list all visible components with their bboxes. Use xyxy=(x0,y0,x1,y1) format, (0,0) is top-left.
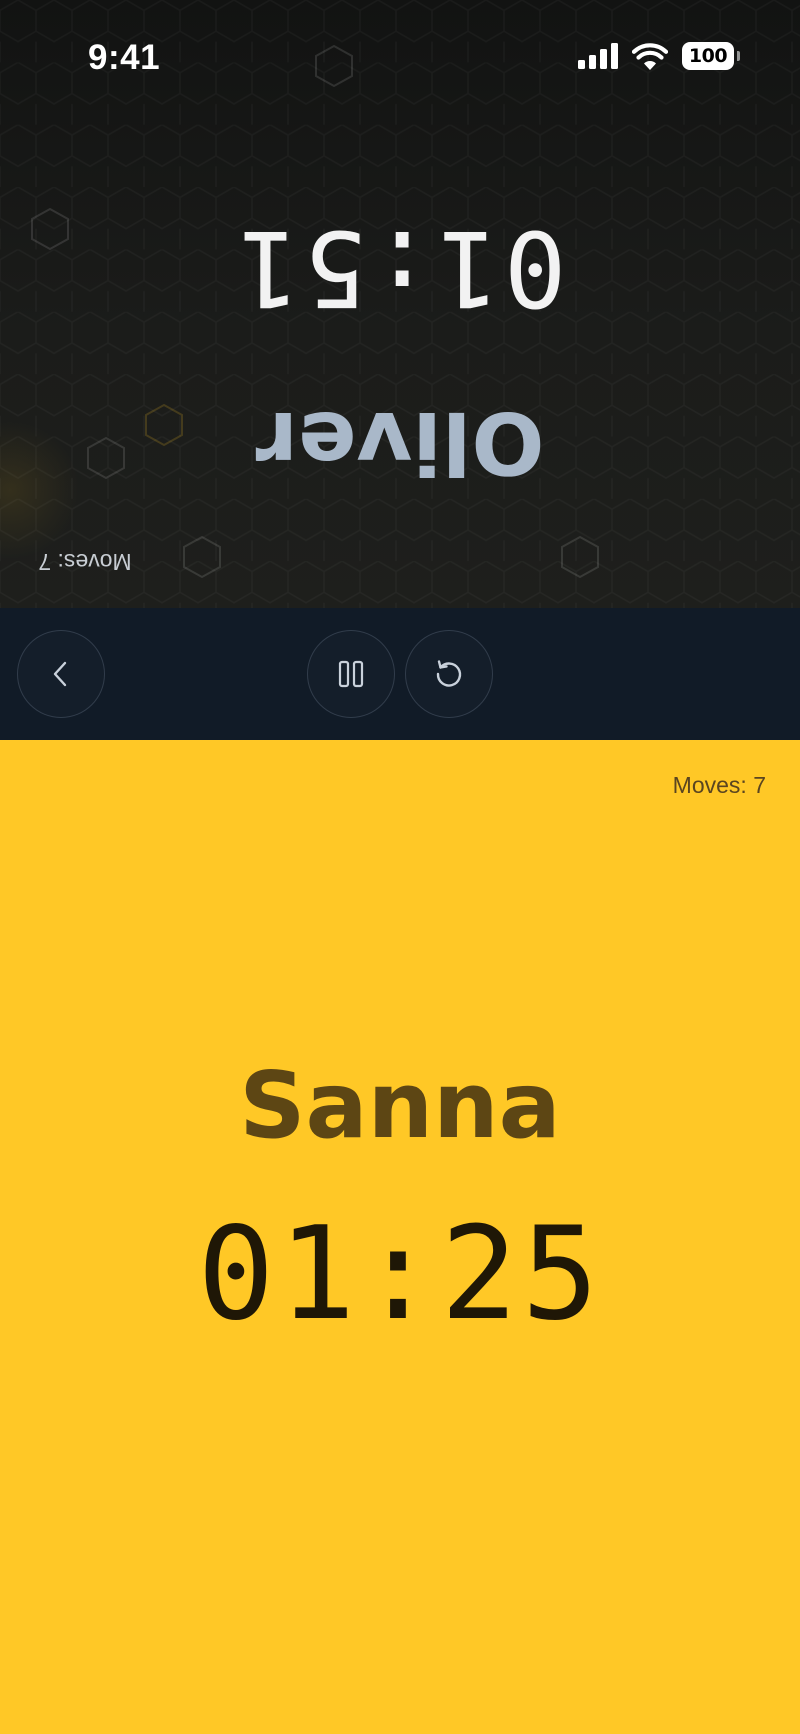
player-name: Sanna xyxy=(239,1052,561,1159)
signal-icon xyxy=(578,43,618,69)
opponent-timer: 01:51 xyxy=(233,207,567,329)
wifi-icon xyxy=(632,42,668,70)
player-moves-counter: Moves: 7 xyxy=(672,772,766,798)
controls-bar xyxy=(0,608,800,740)
pause-button[interactable] xyxy=(307,630,395,718)
player-panel[interactable]: Moves: 7 Sanna 01:25 xyxy=(0,740,800,1734)
status-time: 9:41 xyxy=(88,38,161,77)
chevron-left-icon xyxy=(53,661,67,687)
player-timer: 01:25 xyxy=(197,1200,603,1349)
opponent-name: Oliver xyxy=(255,392,545,492)
reset-icon xyxy=(436,660,462,687)
opponent-moves-counter: Moves: 7 xyxy=(38,549,132,575)
back-button[interactable] xyxy=(17,630,105,718)
status-bar: 9:41 100 xyxy=(0,0,800,120)
battery-level: 100 xyxy=(688,45,728,67)
battery-icon: 100 xyxy=(682,42,740,70)
reset-button[interactable] xyxy=(405,630,493,718)
pause-icon xyxy=(338,660,364,688)
status-icons: 100 xyxy=(578,42,740,70)
